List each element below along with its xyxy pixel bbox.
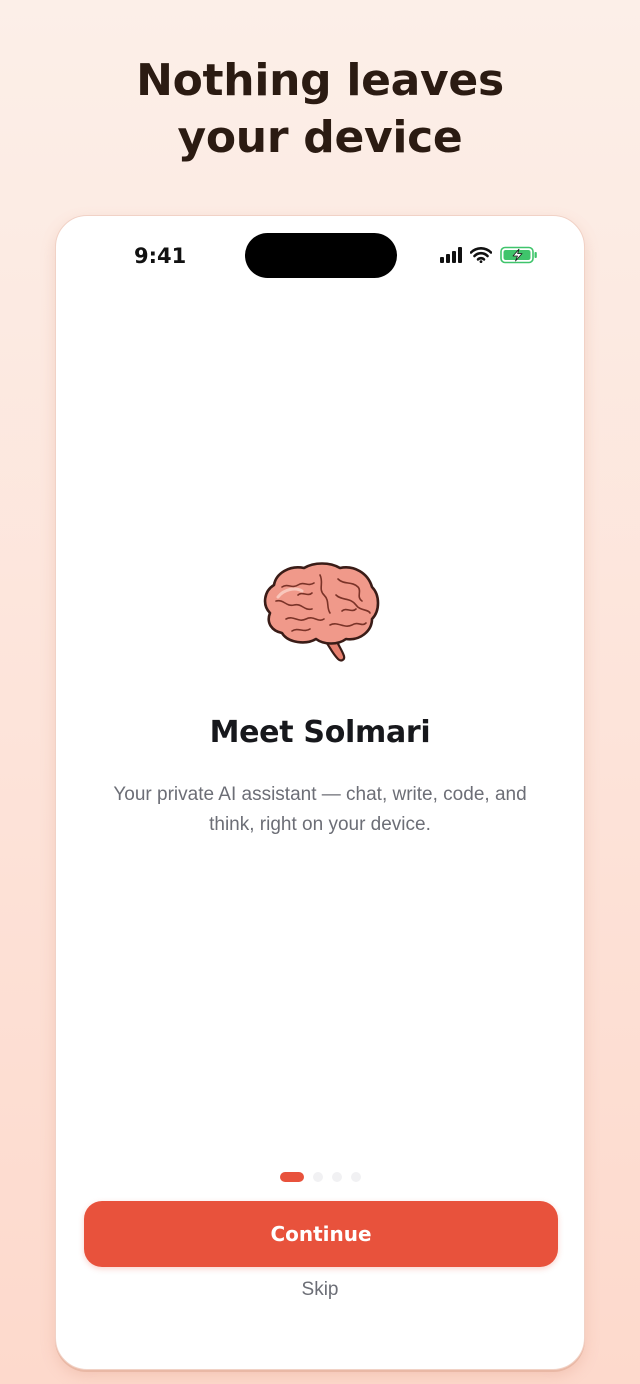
headline-line-2: your device	[177, 112, 463, 163]
headline-line-1: Nothing leaves	[136, 55, 504, 106]
cellular-signal-icon	[440, 247, 462, 263]
phone-frame: 9:41 Meet Solmari Your private AI assist…	[55, 215, 585, 1370]
battery-charging-icon	[500, 246, 537, 264]
page-dot	[312, 1172, 323, 1182]
status-bar: 9:41	[56, 216, 584, 296]
onboarding-content: Meet Solmari Your private AI assistant —…	[56, 561, 584, 840]
page-dot-active	[279, 1172, 304, 1182]
dynamic-island	[245, 233, 397, 278]
wifi-icon	[470, 247, 492, 263]
status-icons	[440, 246, 538, 264]
page-dot	[331, 1172, 342, 1182]
continue-button[interactable]: Continue	[84, 1201, 558, 1267]
onboarding-subtitle: Your private AI assistant — chat, write,…	[113, 784, 527, 835]
status-time: 9:41	[134, 244, 187, 268]
page-dot	[350, 1172, 361, 1182]
headline: Nothing leaves your device	[0, 52, 640, 166]
page-indicator	[56, 1172, 584, 1182]
skip-button[interactable]: Skip	[56, 1279, 584, 1301]
brain-icon	[263, 562, 380, 662]
onboarding-title: Meet Solmari	[209, 715, 431, 750]
